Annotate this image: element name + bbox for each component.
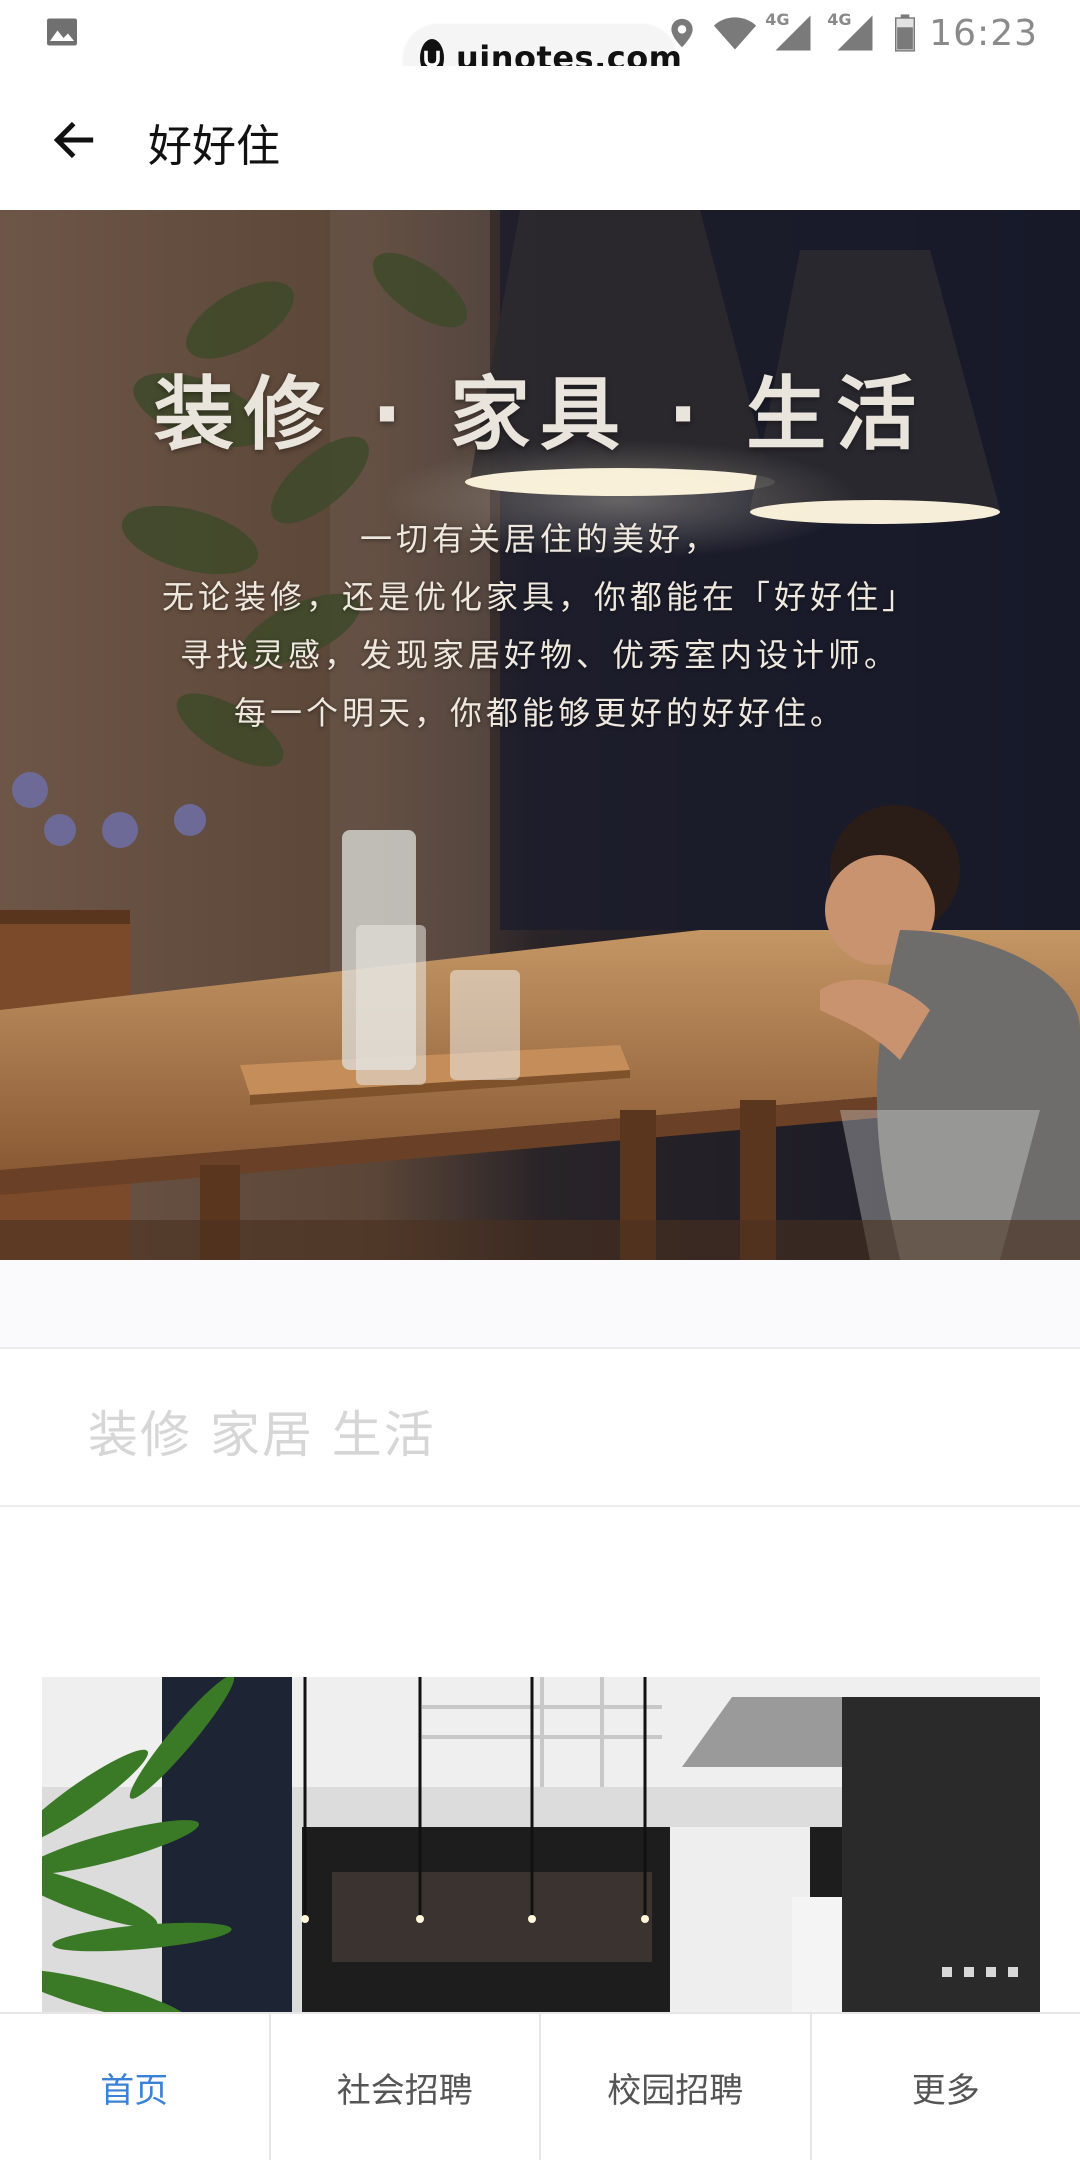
back-button[interactable] — [40, 106, 108, 174]
status-time: 16:23 — [929, 12, 1038, 54]
hero-banner: 装修 · 家具 · 生活 一切有关居住的美好， 无论装修，还是优化家具，你都能在… — [0, 210, 1080, 1260]
hero-headline: 装修 · 家具 · 生活 — [153, 368, 927, 461]
interior-photo-image — [42, 1677, 1040, 2017]
network-type-label-2: 4G — [827, 10, 852, 29]
wifi-icon — [714, 17, 757, 50]
slogan-text: 装修 家居 生活 — [88, 1406, 436, 1464]
image-icon — [47, 18, 77, 46]
interior-photo[interactable] — [42, 1677, 1040, 2017]
signal-icon-2: 4G — [827, 10, 881, 54]
hero-line: 一切有关居住的美好， — [359, 520, 720, 558]
slogan-section: 装修 家居 生活 — [0, 1347, 1080, 1507]
nav-item-campus-recruitment[interactable]: 校园招聘 — [541, 2014, 812, 2160]
section-spacer — [0, 1260, 1080, 1348]
status-icons: 4G 4G 16:23 — [665, 8, 1038, 58]
bottom-nav: 首页 社会招聘 校园招聘 更多 — [0, 2012, 1080, 2160]
battery-icon — [895, 14, 916, 52]
hero-line: 寻找灵感，发现家居好物、优秀室内设计师。 — [179, 636, 900, 674]
arrow-left-icon — [53, 121, 94, 159]
hero-line: 每一个明天，你都能够更好的好好住。 — [233, 694, 846, 732]
hero-line: 无论装修，还是优化家具，你都能在「好好住」 — [161, 578, 918, 616]
nav-item-more[interactable]: 更多 — [812, 2014, 1080, 2160]
nav-item-home[interactable]: 首页 — [0, 2014, 271, 2160]
signal-icon: 4G — [765, 10, 819, 54]
nav-item-social-recruitment[interactable]: 社会招聘 — [271, 2014, 541, 2160]
app-bar: 好好住 — [0, 66, 1080, 210]
app-screen: 4G 4G 16:23 uinotes.com 好好住 装修 · 家具 · 生活… — [0, 0, 1080, 2160]
hero-description: 一切有关居住的美好， 无论装修，还是优化家具，你都能在「好好住」 寻找灵感，发现… — [0, 510, 1080, 742]
page-title: 好好住 — [148, 121, 280, 172]
network-type-label: 4G — [765, 10, 790, 29]
